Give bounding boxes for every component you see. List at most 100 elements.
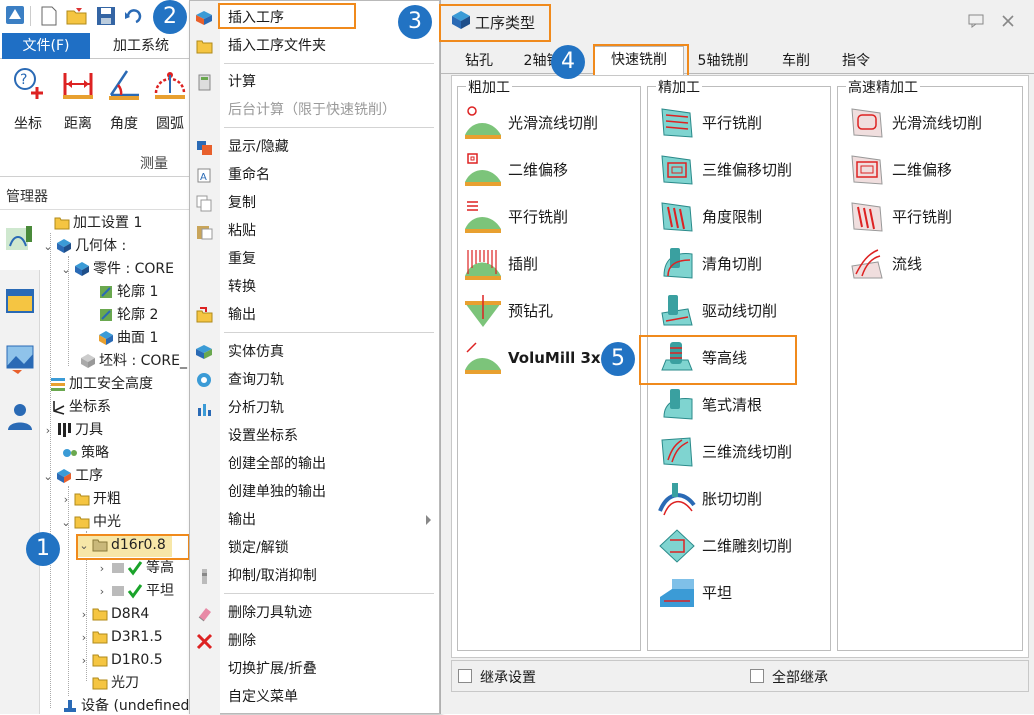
insert-operation-icon [196,11,212,25]
menu-label: 创建全部的输出 [228,456,326,472]
undo-icon[interactable] [124,8,142,24]
menu-item-create-single-output[interactable]: 创建单独的输出 [190,478,439,506]
folder-icon [74,493,90,506]
menu-item-rename[interactable]: A 重命名 [190,161,439,189]
chevron-down-icon[interactable]: ⌄ [42,235,54,258]
op-label: 平行铣削 [892,208,953,226]
chevron-down-icon[interactable]: ⌄ [60,258,72,281]
measure-arc-button[interactable]: 圆弧 [148,65,192,132]
folder-icon [92,608,108,621]
tab-turning[interactable]: 车削 [771,48,821,74]
measure-coordinate-button[interactable]: ? 坐标 [6,65,50,132]
folder-icon [196,40,213,54]
tab-machining-system[interactable]: 加工系统 [96,33,186,59]
menu-item-set-coordinate-system[interactable]: 设置坐标系 [190,422,439,450]
machining-manager-icon[interactable] [4,224,36,256]
tab-file[interactable]: 文件(F) [2,33,90,59]
menu-item-customize-menu[interactable]: 自定义菜单 [190,683,439,711]
tree-node[interactable]: ⌄ 工序 [42,465,103,488]
tree-node[interactable]: › 开粗 [60,488,121,511]
chevron-right-icon[interactable]: › [96,580,108,603]
tree-node[interactable]: › D8R4 [78,603,150,626]
tree-node[interactable]: 策略 [60,442,109,465]
menu-item-lock-unlock[interactable]: 锁定/解锁 [190,534,439,562]
inherit-all-checkbox[interactable] [750,669,764,683]
tree-label: 开粗 [93,491,121,507]
tree-node[interactable]: ⌄ 零件 : CORE [60,258,174,281]
tree-label: 平坦 [146,583,174,599]
menu-item-paste[interactable]: 粘贴 [190,217,439,245]
rename-icon: A [197,168,211,183]
manager-side-toolbar [0,210,40,714]
tree-node[interactable]: ⌄ 中光 [60,511,121,534]
menu-item-convert[interactable]: 转换 [190,273,439,301]
tab-drilling[interactable]: 钻孔 [455,48,503,74]
tab-commands[interactable]: 指令 [831,48,881,74]
chevron-right-icon[interactable]: › [78,626,90,649]
open-folder-icon[interactable] [66,6,88,26]
tree-node[interactable]: 加工设置 1 [40,212,142,235]
chevron-right-icon[interactable]: › [78,603,90,626]
user-manager-icon[interactable] [4,400,36,432]
ribbon-tabs: 文件(F) 加工系统 [0,33,200,59]
menu-item-create-all-output[interactable]: 创建全部的输出 [190,450,439,478]
view-manager-icon[interactable] [4,284,36,316]
menu-item-insert-operation-folder[interactable]: 插入工序文件夹 [190,32,439,60]
menu-item-copy[interactable]: 复制 [190,189,439,217]
chevron-right-icon[interactable]: › [78,649,90,672]
tree-node[interactable]: 曲面 1 [96,327,158,350]
menu-item-repeat[interactable]: 重复 [190,245,439,273]
tree-node[interactable]: 加工安全高度 [48,373,153,396]
menu-item-show-hide[interactable]: 显示/隐藏 [190,133,439,161]
tree-node[interactable]: › D3R1.5 [78,626,163,649]
menu-label: 锁定/解锁 [228,540,289,556]
geometry-icon [57,239,71,253]
menu-item-analyze-toolpath[interactable]: 分析刀轨 [190,394,439,422]
chevron-down-icon[interactable]: ⌄ [42,465,54,488]
output-icon [196,307,213,323]
menu-item-output[interactable]: 输出 [190,301,439,329]
new-file-icon[interactable] [40,6,58,26]
tree-node[interactable]: 坯料 : CORE_ [78,350,187,373]
image-manager-icon[interactable] [4,342,36,374]
tree-node[interactable]: 光刀 [78,672,139,695]
tree-node[interactable]: › 刀具 [42,419,103,442]
measure-angle-button[interactable]: 角度 [102,65,146,132]
copy-icon [196,195,212,212]
measure-distance-button[interactable]: 距离 [56,65,100,132]
menu-item-delete[interactable]: 删除 [190,627,439,655]
menu-item-delete-toolpath[interactable]: 删除刀具轨迹 [190,599,439,627]
op-label: 胀切切削 [702,490,763,508]
inherit-settings-checkbox[interactable] [458,669,472,683]
chevron-right-icon[interactable]: › [42,419,54,442]
tree-node[interactable]: 坐标系 [48,396,111,419]
menu-item-suppress[interactable]: 抑制/取消抑制 [190,562,439,590]
engrave-icon [659,529,695,563]
tree-node[interactable]: 轮廓 1 [96,281,158,304]
menu-item-toggle-expand[interactable]: 切换扩展/折叠 [190,655,439,683]
tree-node[interactable]: › D1R0.5 [78,649,163,672]
callout-badge-1: 1 [26,532,60,566]
op-label: 平行铣削 [508,208,569,226]
comment-icon[interactable] [968,14,984,28]
tree-node[interactable]: ⌄ 几何体 : [42,235,126,258]
chevron-down-icon[interactable]: ⌄ [60,511,72,534]
tree-node[interactable]: › 平坦 [96,580,174,603]
close-icon[interactable] [1001,14,1015,28]
menu-item-query-toolpath[interactable]: 查询刀轨 [190,366,439,394]
tab-5axis-milling[interactable]: 5轴铣削 [690,48,756,74]
chevron-right-icon[interactable]: › [96,557,108,580]
menu-item-output-submenu[interactable]: 输出 [190,506,439,534]
op-label: 平坦 [702,584,733,602]
menu-item-solid-simulation[interactable]: 实体仿真 [190,338,439,366]
menu-item-calculate[interactable]: 计算 [190,68,439,96]
tree-node[interactable]: › 等高 [96,557,174,580]
tree-node[interactable]: 轮廓 2 [96,304,158,327]
tree-label: 轮廓 1 [117,284,159,300]
chevron-right-icon[interactable]: › [60,488,72,511]
tree-label: D3R1.5 [111,629,163,645]
tree-node[interactable]: 设备 (undefined [60,695,189,714]
op-label: 预钻孔 [508,302,554,320]
save-icon[interactable] [96,6,116,26]
op-label: 二维偏移 [892,161,953,179]
